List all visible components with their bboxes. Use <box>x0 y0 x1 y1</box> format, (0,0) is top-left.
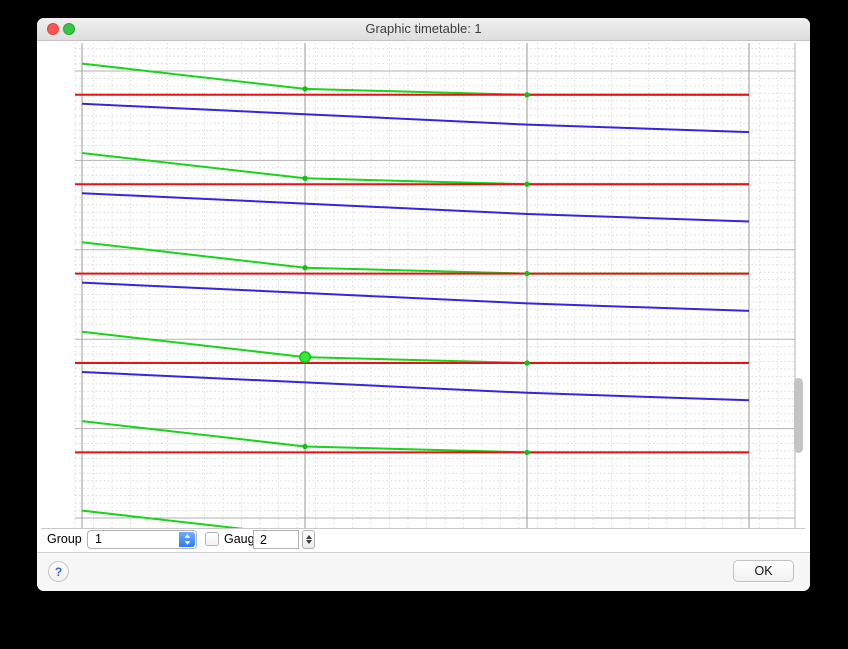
selected-stop-dot[interactable] <box>300 352 310 362</box>
stop-dot[interactable] <box>302 176 307 181</box>
stop-dot[interactable] <box>524 450 529 455</box>
stop-dot[interactable] <box>302 86 307 91</box>
help-label: ? <box>55 565 62 579</box>
gauge-value: 2 <box>260 533 267 547</box>
group-dropdown[interactable]: 1 <box>87 530 197 549</box>
controls-row: Group 1 Gauge 2 <box>37 529 810 553</box>
window-title: Graphic timetable: 1 <box>37 18 810 40</box>
stepper-up-icon[interactable] <box>306 535 312 539</box>
stop-dot[interactable] <box>524 360 529 365</box>
desktop-background: Graphic timetable: 1 Group 1 Gauge 2 <box>0 0 848 649</box>
graphic-timetable-window: Graphic timetable: 1 Group 1 Gauge 2 <box>37 18 810 591</box>
dropdown-arrows-icon <box>179 532 195 547</box>
gauge-stepper[interactable] <box>302 530 315 549</box>
stop-dot[interactable] <box>302 265 307 270</box>
gauge-value-field[interactable]: 2 <box>253 530 299 549</box>
gauge-checkbox[interactable] <box>205 532 219 546</box>
vertical-scrollbar-thumb[interactable] <box>794 378 803 453</box>
group-label: Group <box>47 532 82 546</box>
stepper-down-icon[interactable] <box>306 540 312 544</box>
stop-dot[interactable] <box>524 182 529 187</box>
bottom-bar: ? OK <box>37 552 810 591</box>
chart-area <box>41 41 805 529</box>
window-titlebar[interactable]: Graphic timetable: 1 <box>37 18 810 41</box>
group-dropdown-value: 1 <box>95 532 102 546</box>
stop-dot[interactable] <box>302 444 307 449</box>
chart-grid <box>75 43 795 528</box>
timetable-chart[interactable] <box>41 41 805 528</box>
stop-dot[interactable] <box>524 271 529 276</box>
stop-dot[interactable] <box>524 92 529 97</box>
train-line-1234[interactable] <box>82 511 305 528</box>
help-button[interactable]: ? <box>48 561 69 582</box>
ok-button[interactable]: OK <box>733 560 794 582</box>
